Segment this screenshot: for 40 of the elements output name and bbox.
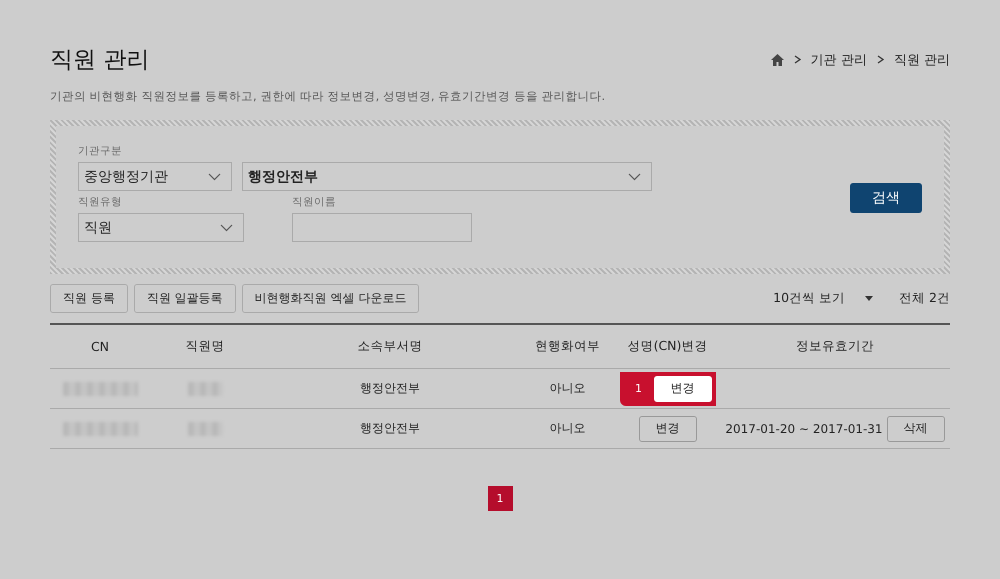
chevron-down-icon	[628, 172, 641, 180]
action-button[interactable]: 직원 등록	[50, 284, 128, 313]
column-header: 정보유효기간	[795, 338, 875, 355]
caret-icon	[865, 296, 874, 301]
column-header: 직원명	[184, 338, 226, 355]
action-button[interactable]: 직원 일괄등록	[134, 284, 236, 313]
page-title: 직원 관리	[50, 46, 150, 75]
search-button[interactable]: 검색	[850, 183, 922, 213]
callout-number: 1	[634, 382, 643, 395]
delete-button[interactable]: 삭제	[886, 416, 945, 442]
breadcrumb-item[interactable]: 직원 관리	[894, 50, 950, 68]
staff-name-field[interactable]	[292, 213, 472, 242]
field-label: 직원유형	[78, 195, 123, 209]
validity-period: 2017-01-20 ~ 2017-01-31	[725, 422, 883, 436]
column-header: 소속부서명	[356, 338, 424, 355]
org-type-select[interactable]: 중앙행정기관	[78, 162, 232, 191]
change-button[interactable]: 변경	[654, 376, 712, 402]
total-count: 전체 2건	[899, 290, 950, 307]
chevron-right-icon	[794, 55, 801, 64]
action-button[interactable]: 비현행화직원 엑셀 다운로드	[242, 284, 420, 313]
table-cell-text: 행정안전부	[359, 420, 421, 437]
table-cell-text: 행정안전부	[359, 380, 421, 397]
page-button[interactable]: 1	[488, 486, 512, 511]
chevron-right-icon	[876, 55, 884, 64]
breadcrumb-item[interactable]: 기관 관리	[810, 50, 867, 68]
staff-type-select[interactable]: 직원	[78, 213, 244, 242]
field-label: 기관구분	[78, 144, 123, 158]
page-description: 기관의 비현행화 직원정보를 등록하고, 권한에 따라 정보변경, 성명변경, 유효기간변경 등을 관리합니다.	[50, 89, 606, 104]
table-cell-text: 아니오	[548, 420, 586, 437]
chevron-down-icon	[220, 224, 233, 232]
change-button[interactable]: 변경	[638, 416, 696, 442]
page-size-select[interactable]: 10건씩 보기	[773, 290, 874, 307]
org-select[interactable]: 행정안전부	[242, 162, 652, 191]
column-header: 성명(CN)변경	[626, 338, 708, 355]
column-header: 현행화여부	[534, 338, 601, 355]
column-header: CN	[90, 339, 110, 354]
field-label: 직원이름	[292, 195, 337, 209]
home-icon[interactable]	[770, 54, 784, 66]
chevron-down-icon	[208, 172, 221, 180]
table-cell-text: 아니오	[548, 380, 586, 397]
